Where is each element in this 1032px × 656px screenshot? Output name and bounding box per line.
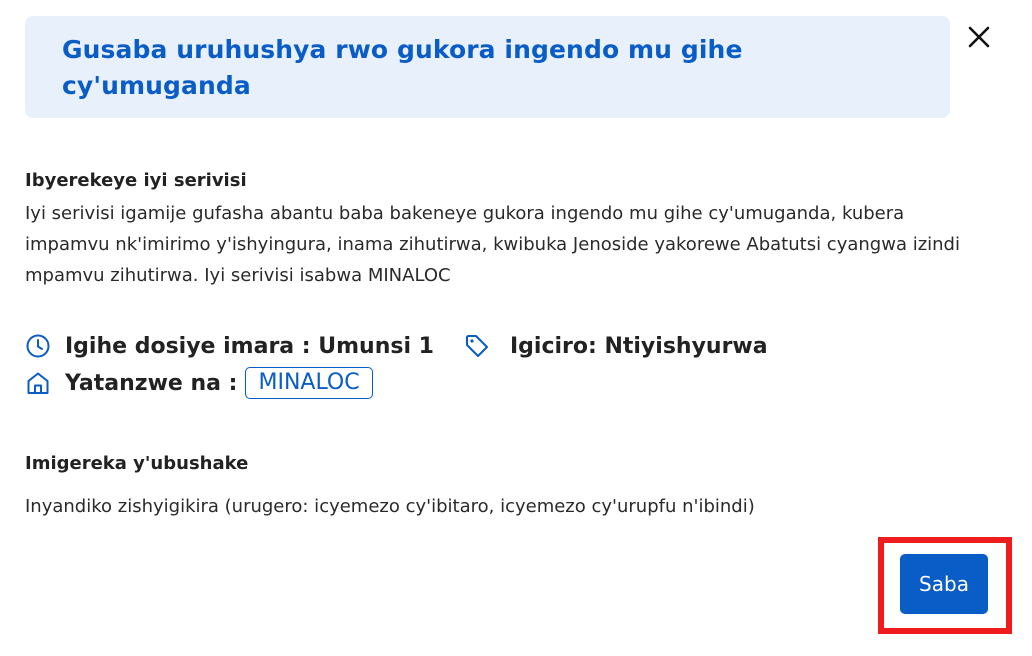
requirements-heading: Imigereka y'ubushake (25, 453, 249, 474)
agency-badge[interactable]: MINALOC (245, 367, 373, 399)
requirements-text: Inyandiko zishyigikira (urugero: icyemez… (25, 496, 755, 517)
clock-icon (25, 333, 51, 359)
modal-title: Gusaba uruhushya rwo gukora ingendo mu g… (62, 35, 743, 100)
about-heading: Ibyerekeye iyi serivisi (25, 170, 247, 191)
price-tag-icon (464, 333, 490, 359)
price: Igiciro: Ntiyishyurwa (509, 333, 768, 359)
home-icon (25, 370, 51, 396)
modal-header: Gusaba uruhushya rwo gukora ingendo mu g… (25, 16, 950, 118)
meta-row-provider: Yatanzwe na : MINALOC (25, 367, 373, 399)
provided-by-label: Yatanzwe na : (65, 370, 238, 396)
close-icon (968, 26, 990, 48)
close-button[interactable] (962, 20, 996, 54)
about-text: Iyi serivisi igamije gufasha abantu baba… (25, 203, 960, 286)
processing-time: Igihe dosiye imara : Umunsi 1 (65, 333, 434, 359)
meta-row-time-price: Igihe dosiye imara : Umunsi 1 Igiciro: N… (25, 333, 768, 359)
submit-button[interactable]: Saba (900, 554, 988, 614)
